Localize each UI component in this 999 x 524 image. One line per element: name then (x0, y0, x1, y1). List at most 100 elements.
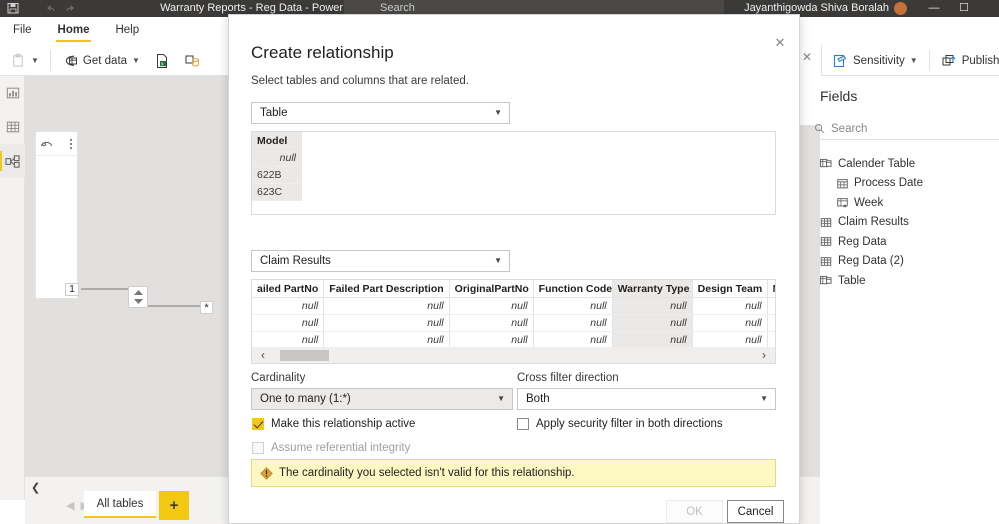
table-cell: null (252, 150, 302, 167)
cancel-button[interactable]: Cancel (727, 500, 784, 523)
table1-column-model[interactable]: Model null 622B 623C (252, 132, 302, 201)
column-header[interactable]: Function Code (533, 280, 613, 298)
table2-column-ncca[interactable]: NCCA null null null (767, 280, 775, 349)
table2-columns: ailed PartNo null null null Failed Part … (252, 280, 775, 349)
table1-select[interactable]: Table ▼ (251, 102, 510, 124)
table2-column-design-team[interactable]: Design Team null null null (692, 280, 768, 349)
cardinality-one-label: 1 (65, 283, 79, 296)
scroll-left-icon[interactable]: ‹ (252, 348, 274, 362)
apply-security-filter-checkbox-row[interactable]: Apply security filter in both directions (517, 418, 723, 430)
table-icon (820, 256, 832, 267)
field-item-reg-data[interactable]: Reg Data (820, 232, 999, 252)
table2-column-originalpartno[interactable]: OriginalPartNo null null null (449, 280, 534, 349)
sidebar-item-report-view[interactable] (0, 76, 25, 110)
page-tab-all-tables[interactable]: All tables (84, 491, 156, 518)
table2-column-function-code[interactable]: Function Code null null null (533, 280, 613, 349)
scroll-right-icon[interactable]: › (753, 348, 775, 362)
chevron-down-icon: ▼ (909, 56, 918, 65)
field-label: Process Date (854, 177, 924, 190)
view-rail (0, 76, 25, 500)
table2-select-value: Claim Results (260, 255, 331, 267)
chevron-down-icon: ▼ (494, 256, 502, 265)
maximize-button[interactable]: ☐ (951, 0, 977, 17)
field-item-claim-results[interactable]: Claim Results (820, 213, 999, 233)
field-item-calender-table[interactable]: Calender Table (820, 154, 999, 174)
cross-filter-select[interactable]: Both ▼ (517, 388, 776, 410)
minimize-button[interactable]: — (921, 0, 947, 17)
table2-preview-grid[interactable]: ailed PartNo null null null Failed Part … (251, 279, 776, 357)
more-options-icon[interactable] (69, 138, 73, 150)
table-cell: null (252, 298, 325, 315)
table-icon (820, 236, 832, 247)
column-header[interactable]: Model (252, 132, 302, 150)
column-header[interactable]: NCCA (767, 280, 775, 298)
sensitivity-button[interactable]: Sensitivity ▼ (825, 47, 925, 74)
sql-server-button[interactable] (177, 47, 207, 74)
column-header[interactable]: Failed Part Description (324, 280, 450, 298)
cardinality-many-label: * (200, 301, 213, 314)
tab-home[interactable]: Home (45, 17, 103, 44)
table2-column-warranty-type[interactable]: Warranty Type null null null (612, 280, 693, 349)
table-icon (820, 217, 832, 228)
fields-search-placeholder: Search (831, 122, 868, 135)
table-cell: null (252, 315, 325, 332)
add-page-button[interactable]: + (159, 491, 189, 520)
chevron-down-icon: ▼ (31, 56, 39, 65)
model-table-card[interactable] (35, 131, 78, 299)
sidebar-item-data-view[interactable] (0, 110, 25, 144)
divider (49, 50, 51, 71)
assume-referential-integrity-checkbox-row: Assume referential integrity (252, 442, 410, 454)
table-cell: null (612, 315, 693, 332)
tab-help[interactable]: Help (102, 17, 152, 44)
make-relationship-active-label: Make this relationship active (271, 418, 416, 430)
scrollbar-thumb[interactable] (280, 349, 329, 361)
field-item-reg-data-2[interactable]: Reg Data (2) (820, 252, 999, 272)
field-item-week[interactable]: Week (820, 193, 999, 213)
fields-search-input[interactable]: Search (812, 118, 999, 140)
column-header[interactable]: OriginalPartNo (449, 280, 534, 298)
hide-eye-icon[interactable] (40, 138, 53, 149)
relationship-connector[interactable] (65, 282, 255, 322)
publish-button[interactable]: Publish (934, 47, 999, 74)
table-cell: null (692, 298, 768, 315)
column-header[interactable]: Design Team (692, 280, 768, 298)
table1-preview-grid[interactable]: Model null 622B 623C (251, 131, 776, 215)
chevron-down-icon: ▼ (497, 394, 505, 403)
field-item-table[interactable]: Table (820, 271, 999, 291)
dialog-close-button[interactable]: ✕ (771, 34, 789, 52)
make-relationship-active-checkbox-row[interactable]: Make this relationship active (252, 418, 415, 430)
dialog-subtitle: Select tables and columns that are relat… (251, 75, 469, 87)
sidebar-item-model-view[interactable] (0, 144, 25, 178)
table2-horizontal-scrollbar[interactable]: ‹ › (251, 347, 776, 364)
cardinality-select[interactable]: One to many (1:*) ▼ (251, 388, 513, 410)
make-relationship-active-checkbox[interactable] (252, 418, 264, 430)
table2-column-failed-part-description[interactable]: Failed Part Description null null null (324, 280, 450, 349)
ok-button[interactable]: OK (666, 500, 723, 523)
publish-icon (941, 53, 957, 69)
table2-select[interactable]: Claim Results ▼ (251, 250, 510, 272)
column-header[interactable]: Warranty Type (612, 280, 693, 298)
excel-workbook-button[interactable]: x (147, 47, 177, 74)
table1-select-value: Table (260, 107, 288, 119)
column-header[interactable]: ailed PartNo (252, 280, 325, 298)
power-bi-desktop-window: Warranty Reports - Reg Data - Power BI D… (0, 0, 999, 524)
avatar[interactable] (894, 2, 907, 15)
fields-pane: Fields Search Calender Table Process Dat… (812, 76, 999, 524)
paste-button[interactable]: ▼ (4, 47, 46, 74)
tab-file[interactable]: File (0, 17, 45, 44)
sensitivity-label: Sensitivity (853, 54, 905, 67)
scrollbar-track[interactable] (274, 349, 753, 361)
cross-filter-both-arrows-icon[interactable] (128, 286, 148, 308)
collapse-left-icon[interactable]: ❮ (31, 481, 40, 494)
table-cell: null (692, 315, 768, 332)
table2-column-failed-partno[interactable]: ailed PartNo null null null (252, 280, 325, 349)
apply-security-filter-checkbox[interactable] (517, 418, 529, 430)
field-item-process-date[interactable]: Process Date (820, 174, 999, 194)
chevron-down-icon: ▼ (760, 394, 768, 403)
table-cell: null (767, 315, 775, 332)
excel-file-icon: x (154, 53, 170, 69)
get-data-button[interactable]: Get data ▼ (55, 47, 147, 74)
table-cell: null (449, 298, 534, 315)
close-icon[interactable]: ✕ (802, 50, 812, 64)
field-label: Reg Data (838, 235, 887, 248)
